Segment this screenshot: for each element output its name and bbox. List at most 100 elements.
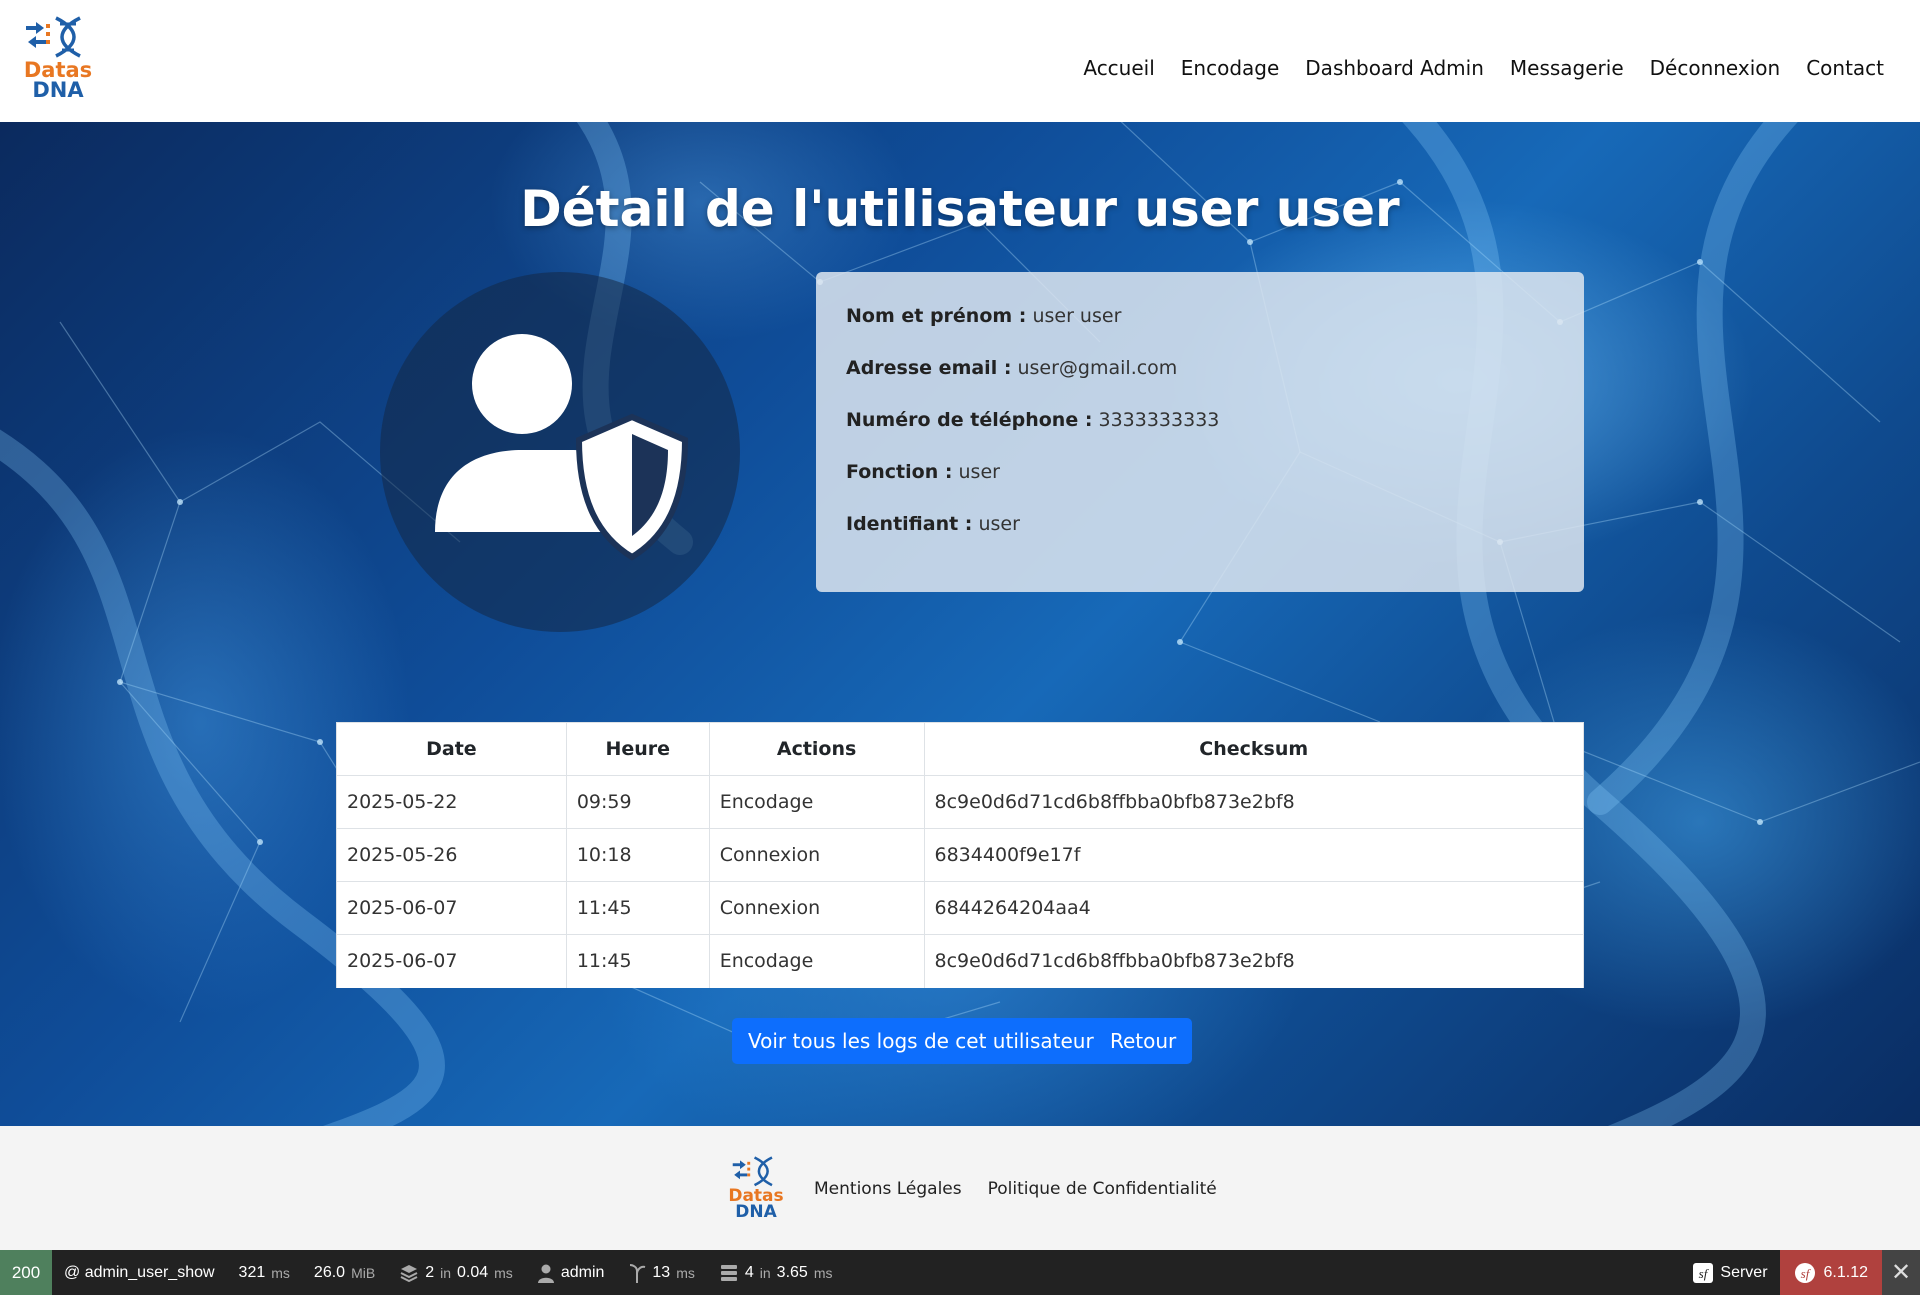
column-header-checksum: Checksum xyxy=(923,722,1584,776)
route-name[interactable]: @ admin_user_show xyxy=(52,1250,227,1295)
dna-logo-icon xyxy=(732,1156,773,1187)
info-email-label: Adresse email : xyxy=(846,357,1012,379)
cell-date: 2025-05-22 xyxy=(336,775,567,829)
table-row: 2025-05-22 09:59 Encodage 8c9e0d6d71cd6b… xyxy=(336,775,1584,829)
cell-heure: 09:59 xyxy=(565,775,710,829)
logo[interactable]: Datas DNA xyxy=(22,16,94,102)
info-email: Adresse email : user@gmail.com xyxy=(846,356,1554,380)
column-header-heure: Heure xyxy=(565,722,710,776)
cell-action: Encodage xyxy=(708,775,925,829)
table-header-row: Date Heure Actions Checksum xyxy=(336,722,1584,776)
page-title: Détail de l'utilisateur user user xyxy=(520,180,1400,238)
site-header: Datas DNA Accueil Encodage Dashboard Adm… xyxy=(0,0,1920,122)
memory-usage[interactable]: 26.0 MiB xyxy=(302,1250,387,1295)
route-text: @ admin_user_show xyxy=(64,1263,215,1281)
cache-count: 2 xyxy=(425,1263,435,1281)
main-nav: Accueil Encodage Dashboard Admin Message… xyxy=(1083,56,1884,80)
nav-deconnexion[interactable]: Déconnexion xyxy=(1650,56,1781,80)
info-phone: Numéro de téléphone : 3333333333 xyxy=(846,408,1554,432)
status-code-badge[interactable]: 200 xyxy=(0,1250,52,1295)
info-identifier-value: user xyxy=(978,513,1020,535)
debug-toolbar: 200 @ admin_user_show 321 ms 26.0 MiB 2 in 0… xyxy=(0,1250,1920,1295)
info-name-label: Nom et prénom : xyxy=(846,305,1027,327)
dna-logo-icon xyxy=(26,16,81,58)
info-name: Nom et prénom : user user xyxy=(846,304,1554,328)
footer-link-politique-confidentialite[interactable]: Politique de Confidentialité xyxy=(988,1179,1217,1199)
cache-panel[interactable]: 2 in 0.04 ms xyxy=(387,1250,525,1295)
db-unit: ms xyxy=(813,1264,833,1281)
user-avatar xyxy=(380,272,740,632)
request-time[interactable]: 321 ms xyxy=(227,1250,302,1295)
info-email-value: user@gmail.com xyxy=(1017,357,1178,379)
twig-panel[interactable]: 13 ms xyxy=(616,1250,706,1295)
hero-section: Détail de l'utilisateur user user Nom et… xyxy=(0,122,1920,1126)
nav-encodage[interactable]: Encodage xyxy=(1181,56,1280,80)
cell-action: Connexion xyxy=(708,881,925,935)
logo-word-dna: DNA xyxy=(32,78,84,102)
column-header-date: Date xyxy=(336,722,567,776)
cache-in: in xyxy=(440,1264,451,1281)
cache-time: 0.04 xyxy=(457,1263,489,1281)
close-toolbar-icon[interactable]: ✕ xyxy=(1882,1250,1920,1295)
symfony-version[interactable]: sf 6.1.12 xyxy=(1779,1250,1882,1295)
cell-action: Encodage xyxy=(708,934,925,988)
user-shield-icon xyxy=(435,334,689,561)
cell-date: 2025-06-07 xyxy=(336,934,567,988)
table-row: 2025-05-26 10:18 Connexion 6834400f9e17f xyxy=(336,828,1584,882)
nav-dashboard-admin[interactable]: Dashboard Admin xyxy=(1305,56,1484,80)
footer-link-mentions-legales[interactable]: Mentions Légales xyxy=(814,1179,962,1199)
cell-checksum: 6844264204aa4 xyxy=(923,881,1584,935)
cell-heure: 11:45 xyxy=(565,934,710,988)
memory-unit: MiB xyxy=(351,1264,376,1281)
twig-unit: ms xyxy=(676,1264,695,1281)
security-panel[interactable]: admin xyxy=(525,1250,617,1295)
cell-action: Connexion xyxy=(708,828,925,882)
version-text: 6.1.12 xyxy=(1823,1263,1868,1281)
nav-accueil[interactable]: Accueil xyxy=(1083,56,1154,80)
twig-icon xyxy=(630,1263,646,1283)
info-phone-label: Numéro de téléphone : xyxy=(846,409,1093,431)
user-logs-table: Date Heure Actions Checksum 2025-05-22 0… xyxy=(336,722,1584,988)
cell-checksum: 6834400f9e17f xyxy=(923,828,1584,882)
nav-messagerie[interactable]: Messagerie xyxy=(1510,56,1624,80)
db-count: 4 xyxy=(744,1263,754,1281)
footer-logo-word-dna: DNA xyxy=(735,1202,777,1222)
cell-checksum: 8c9e0d6d71cd6b8ffbba0bfb873e2bf8 xyxy=(923,775,1584,829)
site-footer: Datas DNA Mentions Légales Politique de … xyxy=(0,1126,1920,1250)
cell-date: 2025-06-07 xyxy=(336,881,567,935)
memory-value: 26.0 xyxy=(313,1263,346,1281)
cache-unit: ms xyxy=(494,1264,513,1281)
server-label: Server xyxy=(1720,1263,1768,1281)
db-in: in xyxy=(759,1264,771,1281)
info-function-value: user xyxy=(958,461,1000,483)
info-name-value: user user xyxy=(1032,305,1122,327)
info-function: Fonction : user xyxy=(846,460,1554,484)
cell-heure: 11:45 xyxy=(565,881,710,935)
table-row: 2025-06-07 11:45 Connexion 6844264204aa4 xyxy=(336,881,1584,935)
toolbar-right: sf Server sf 6.1.12 ✕ xyxy=(1680,1250,1920,1295)
database-panel[interactable]: 4 in 3.65 ms xyxy=(707,1250,845,1295)
info-phone-value: 3333333333 xyxy=(1098,409,1220,431)
nav-contact[interactable]: Contact xyxy=(1806,56,1884,80)
database-icon xyxy=(720,1264,737,1281)
server-panel[interactable]: sf Server xyxy=(1680,1250,1779,1295)
db-time: 3.65 xyxy=(776,1263,808,1281)
info-function-label: Fonction : xyxy=(846,461,953,483)
column-header-actions: Actions xyxy=(708,722,925,776)
info-identifier: Identifiant : user xyxy=(846,512,1554,536)
user-info-card: Nom et prénom : user user Adresse email … xyxy=(816,272,1584,592)
info-identifier-label: Identifiant : xyxy=(846,513,973,535)
logged-user: admin xyxy=(560,1263,605,1281)
user-icon xyxy=(537,1264,554,1283)
twig-time: 13 xyxy=(652,1263,671,1281)
symfony-server-icon: sf xyxy=(1693,1262,1714,1283)
request-time-value: 321 xyxy=(238,1263,266,1281)
symfony-logo-icon: sf xyxy=(1794,1262,1815,1283)
cell-checksum: 8c9e0d6d71cd6b8ffbba0bfb873e2bf8 xyxy=(923,934,1584,988)
back-button[interactable]: Retour xyxy=(1094,1018,1193,1064)
layers-icon xyxy=(400,1264,418,1282)
footer-logo[interactable]: Datas DNA xyxy=(726,1156,786,1222)
request-time-unit: ms xyxy=(271,1264,290,1281)
view-all-logs-button[interactable]: Voir tous les logs de cet utilisateur xyxy=(732,1018,1110,1064)
cell-date: 2025-05-26 xyxy=(336,828,567,882)
